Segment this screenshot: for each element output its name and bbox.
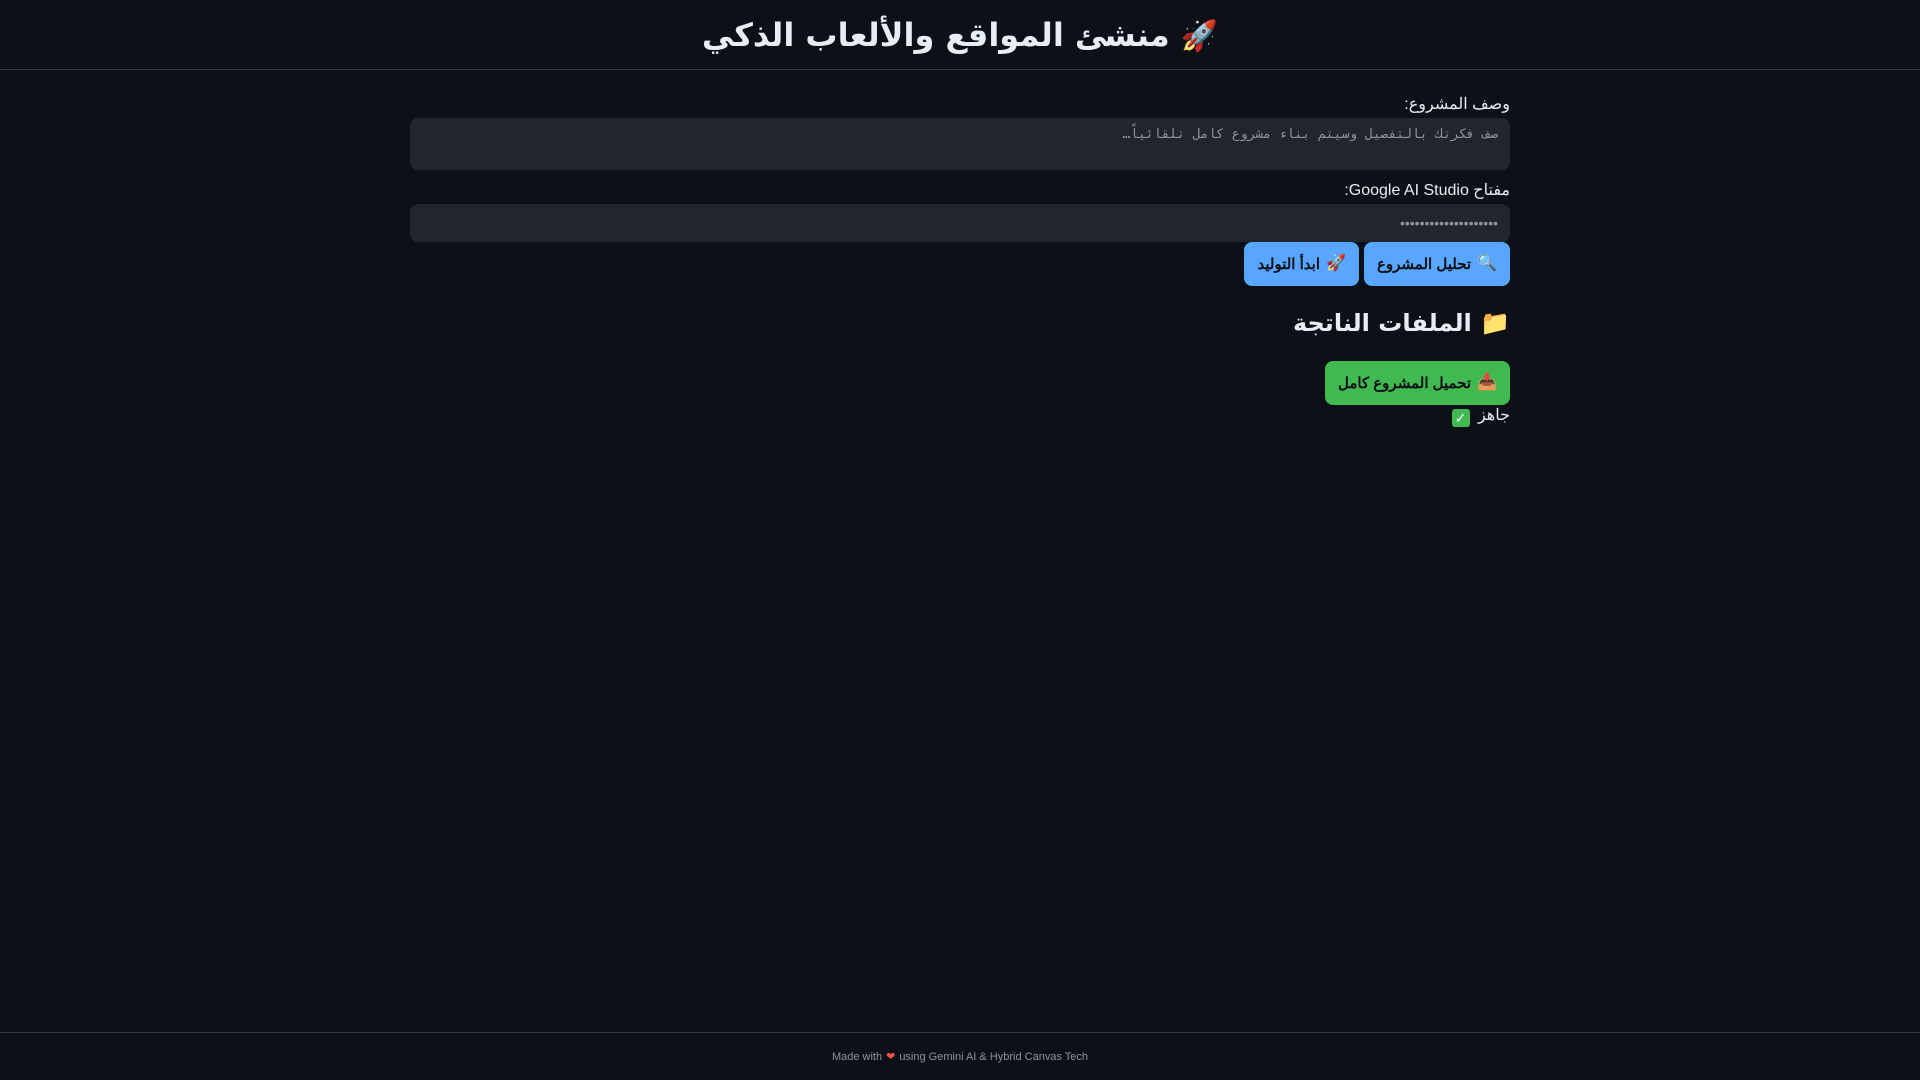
folder-icon: 📁 xyxy=(1480,309,1510,337)
status-line: جاهز ✓ xyxy=(410,405,1510,427)
download-container: 📥 تحميل المشروع كامل xyxy=(410,361,1510,405)
download-project-label: تحميل المشروع كامل xyxy=(1337,375,1472,392)
magnifier-icon: 🔍 xyxy=(1477,255,1497,272)
description-label: وصف المشروع: xyxy=(1404,96,1510,113)
footer-using-text: using Gemini AI & Hybrid Canvas Tech xyxy=(899,1050,1089,1063)
start-generation-button[interactable]: 🚀 ابدأ التوليد xyxy=(1244,242,1359,286)
download-project-button[interactable]: 📥 تحميل المشروع كامل xyxy=(1324,361,1510,405)
heart-icon: ❤ xyxy=(886,1051,896,1063)
action-buttons: 🔍 تحليل المشروع 🚀 ابدأ التوليد xyxy=(410,242,1510,286)
analyze-project-button[interactable]: 🔍 تحليل المشروع xyxy=(1363,242,1510,286)
output-files-title: الملفات الناتجة xyxy=(1292,309,1472,337)
description-textarea[interactable] xyxy=(410,118,1510,170)
footer: Made with ❤ using Gemini AI & Hybrid Can… xyxy=(0,1032,1920,1080)
check-icon: ✓ xyxy=(1451,409,1470,427)
app-title-text: منشئ المواقع والألعاب الذكي xyxy=(701,15,1170,54)
main-panel: وصف المشروع: مفتاح Google AI Studio: 🔍 ت… xyxy=(410,70,1510,427)
start-generation-label: ابدأ التوليد xyxy=(1257,256,1321,273)
analyze-project-label: تحليل المشروع xyxy=(1376,256,1472,273)
output-files-heading: 📁 الملفات الناتجة xyxy=(410,306,1510,340)
api-key-label: مفتاح Google AI Studio: xyxy=(1344,182,1510,199)
status-text: جاهز xyxy=(1477,407,1510,424)
rocket-icon: 🚀 xyxy=(1180,18,1219,54)
inbox-tray-icon: 📥 xyxy=(1477,374,1497,391)
top-bar: 🚀 منشئ المواقع والألعاب الذكي xyxy=(0,0,1920,70)
app-title: 🚀 منشئ المواقع والألعاب الذكي xyxy=(702,16,1218,54)
api-key-input[interactable] xyxy=(410,204,1510,242)
rocket-icon: 🚀 xyxy=(1326,255,1346,272)
footer-made-with: Made with xyxy=(831,1050,883,1063)
